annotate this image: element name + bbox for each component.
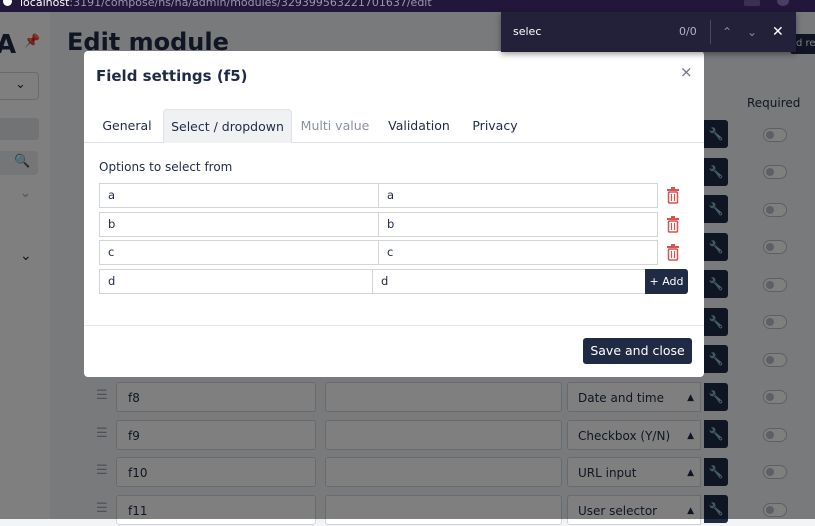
- find-input[interactable]: selec: [513, 12, 541, 52]
- close-icon[interactable]: ×: [680, 63, 693, 81]
- site-info-icon[interactable]: [3, 0, 12, 6]
- new-option-value-input[interactable]: d: [99, 269, 373, 294]
- option-row: c c: [99, 240, 689, 265]
- url-text[interactable]: localhost:3191/compose/ns/na/admin/modul…: [20, 0, 432, 8]
- tab-general[interactable]: General: [96, 109, 158, 142]
- trash-icon[interactable]: [666, 186, 680, 204]
- find-match-count: 0/0: [679, 25, 697, 38]
- option-text-input[interactable]: c: [378, 240, 658, 265]
- chevron-up-icon[interactable]: ⌃: [722, 12, 732, 52]
- field-settings-modal: Field settings (f5) × General Select / d…: [84, 51, 704, 377]
- find-in-page-bar: selec 0/0 ⌃ ⌄ ✕: [501, 12, 796, 52]
- chevron-down-icon[interactable]: ⌄: [747, 12, 757, 52]
- trash-icon[interactable]: [666, 243, 680, 261]
- option-text-input[interactable]: a: [378, 183, 658, 208]
- add-option-button[interactable]: + Add: [645, 269, 688, 294]
- profile-icon[interactable]: [777, 0, 789, 6]
- modal-title: Field settings (f5): [96, 67, 248, 85]
- app-page: A 📌 ⌄ 🔍 ⌄ ⌄ Edit module d rec Required 🔧…: [0, 12, 815, 525]
- close-icon[interactable]: ✕: [772, 12, 784, 52]
- option-value-input[interactable]: b: [99, 212, 379, 237]
- modal-tabs: General Select / dropdown Multi value Va…: [84, 109, 704, 143]
- find-divider: [710, 20, 711, 44]
- tab-select-dropdown[interactable]: Select / dropdown: [163, 109, 292, 143]
- option-value-input[interactable]: a: [99, 183, 379, 208]
- option-text-input[interactable]: b: [378, 212, 658, 237]
- tab-privacy[interactable]: Privacy: [467, 109, 523, 142]
- save-and-close-button[interactable]: Save and close: [583, 338, 692, 364]
- new-option-text-input[interactable]: d: [372, 269, 646, 294]
- extension-icon[interactable]: [744, 0, 760, 6]
- option-row: b b: [99, 212, 689, 237]
- browser-url-bar: localhost:3191/compose/ns/na/admin/modul…: [0, 0, 815, 12]
- modal-footer-divider: [84, 325, 704, 326]
- tab-validation[interactable]: Validation: [382, 109, 456, 142]
- trash-icon[interactable]: [666, 215, 680, 233]
- option-row: a a: [99, 183, 689, 208]
- new-option-row: d d + Add: [99, 269, 689, 294]
- options-label: Options to select from: [99, 160, 233, 174]
- option-value-input[interactable]: c: [99, 240, 379, 265]
- tab-multi-value[interactable]: Multi value: [297, 109, 373, 142]
